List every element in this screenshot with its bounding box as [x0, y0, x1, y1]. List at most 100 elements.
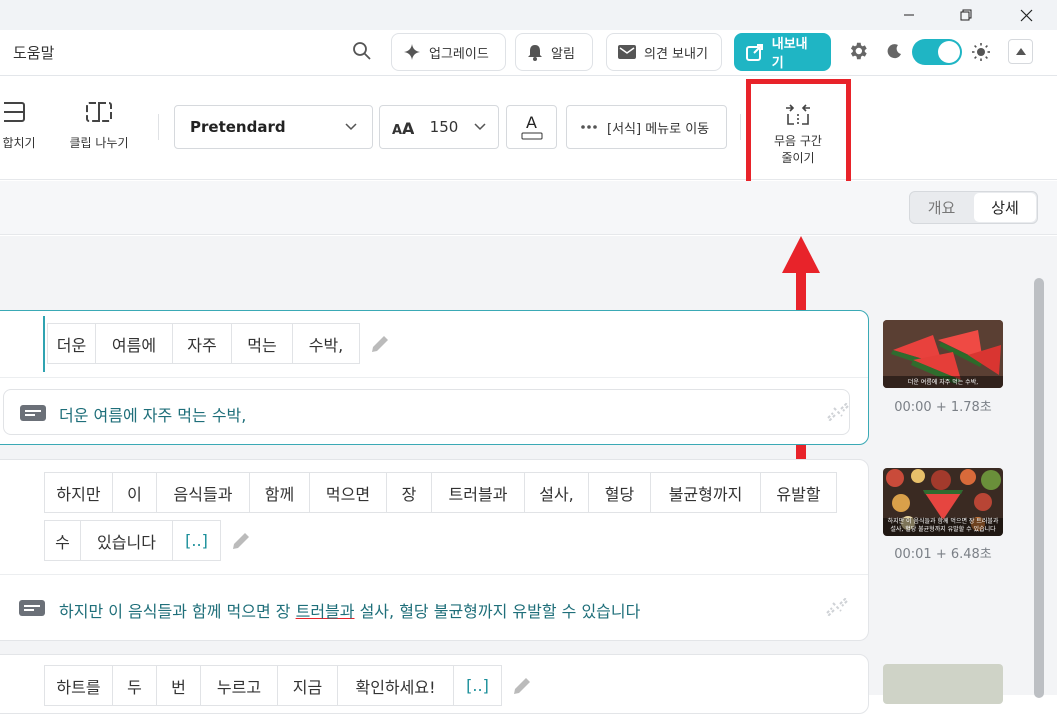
caret-up-icon [1015, 48, 1026, 55]
toggle-knob [938, 41, 960, 63]
thumbnail-caption: 하지만 이 음식들과 함께 먹으면 장 트러블과 설사, 혈당 불균형까지 유발… [887, 518, 999, 533]
feedback-label: 의견 보내기 [644, 46, 708, 62]
help-menu[interactable]: 도움말 [13, 42, 54, 63]
word-chip[interactable]: 누르고 [200, 665, 278, 706]
more-dots-icon [581, 125, 597, 129]
text-color-button[interactable]: A [506, 105, 557, 149]
word-chip[interactable]: 장 [386, 472, 432, 513]
word-chip[interactable]: 트러블과 [431, 472, 525, 513]
word-chip[interactable]: 먹는 [231, 323, 293, 364]
word-chip[interactable]: 더운 [47, 323, 96, 364]
word-chip[interactable]: 유발할 [760, 472, 837, 513]
subtitle-icon [20, 405, 46, 421]
pencil-icon[interactable] [511, 675, 533, 697]
subtitle-field[interactable]: 더운 여름에 자주 먹는 수박, [3, 389, 850, 435]
word-chip[interactable]: 하트를 [44, 665, 113, 706]
restore-icon [960, 9, 972, 21]
sun-icon [971, 42, 991, 66]
thumbnail-watermelon[interactable]: 더운 여름에 자주 먹는 수박, [883, 320, 1003, 388]
word-chip[interactable]: 번 [156, 665, 201, 706]
word-chip[interactable]: 두 [112, 665, 157, 706]
svg-text:A: A [526, 113, 537, 132]
word-chip[interactable]: 수 [44, 520, 81, 561]
word-chip[interactable]: 먹으면 [309, 472, 387, 513]
word-chip[interactable]: 여름에 [95, 323, 173, 364]
clip-card[interactable]: 하트를 두 번 누르고 지금 확인하세요! [..] [0, 654, 869, 714]
maximize-button[interactable] [943, 0, 989, 30]
word-chip[interactable]: 불균형까지 [650, 472, 761, 513]
font-family-value: Pretendard [190, 118, 286, 136]
moon-icon [887, 43, 903, 63]
thumbnail-foods[interactable]: 하지만 이 음식들과 함께 먹으면 장 트러블과 설사, 혈당 불균형까지 유발… [883, 468, 1003, 536]
pause-chip[interactable]: [..] [172, 520, 221, 561]
clip-list: 더운 여름에 자주 먹는 수박, 더운 여름에 자주 먹는 수박, 더운 여름에… [0, 236, 1057, 714]
minimize-button[interactable] [886, 0, 932, 30]
word-chip[interactable]: 음식들과 [156, 472, 250, 513]
clip-card[interactable]: 하지만 이 음식들과 함께 먹으면 장 트러블과 설사, 혈당 불균형까지 유발… [0, 459, 869, 641]
subtitle-segment: 하지만 이 음식들과 함께 먹으면 장 [59, 602, 296, 621]
close-button[interactable] [1003, 0, 1049, 30]
svg-text:A: A [402, 119, 414, 135]
feedback-button[interactable]: 의견 보내기 [606, 33, 722, 71]
theme-toggle[interactable] [912, 39, 962, 65]
alerts-button[interactable]: 알림 [515, 33, 593, 71]
font-family-select[interactable]: Pretendard [174, 105, 373, 149]
alerts-label: 알림 [551, 46, 575, 62]
upgrade-button[interactable]: 업그레이드 [391, 33, 506, 71]
app-header: 도움말 업그레이드 알림 의견 보내기 내보내기 [0, 30, 1057, 76]
word-chip[interactable]: 설사, [524, 472, 589, 513]
sparkle-icon [404, 44, 420, 60]
word-chip[interactable]: 혈당 [588, 472, 651, 513]
word-chip[interactable]: 이 [112, 472, 157, 513]
format-menu-button[interactable]: [서식] 메뉴로 이동 [566, 105, 727, 149]
unlink-icon[interactable] [826, 400, 850, 424]
minimize-icon [904, 14, 914, 16]
split-label: 클립 나누기 [69, 136, 129, 150]
chevron-down-icon [345, 123, 357, 131]
split-icon [86, 102, 112, 122]
word-chip[interactable]: 함께 [249, 472, 310, 513]
gear-icon [850, 42, 867, 60]
word-chip[interactable]: 수박, [292, 323, 360, 364]
thumbnail-partial[interactable] [883, 664, 1003, 704]
settings-button[interactable] [847, 40, 869, 66]
mail-icon [618, 45, 636, 59]
view-toggle-row: 개요 상세 [0, 181, 1057, 235]
cursor-bar [43, 316, 45, 372]
search-icon [353, 42, 371, 60]
collapse-button[interactable] [1008, 39, 1033, 64]
highlight-box [746, 79, 851, 194]
subtitle-text[interactable]: 하지만 이 음식들과 함께 먹으면 장 트러블과 설사, 혈당 불균형까지 유발… [59, 598, 640, 622]
close-icon [1020, 9, 1032, 21]
upgrade-label: 업그레이드 [429, 46, 489, 62]
word-chip[interactable]: 확인하세요! [337, 665, 454, 706]
pencil-icon[interactable] [369, 333, 391, 355]
detail-tab[interactable]: 상세 [974, 193, 1036, 222]
font-size-select[interactable]: AA 150 [379, 105, 499, 149]
subtitle-segment: 설사, 혈당 불균형까지 유발할 수 있습니다 [354, 602, 641, 621]
search-button[interactable] [352, 41, 372, 65]
merge-clips-button[interactable]: 합치기 [0, 100, 42, 151]
word-chip[interactable]: 지금 [277, 665, 338, 706]
word-chip[interactable]: 자주 [172, 323, 232, 364]
overview-tab[interactable]: 개요 [910, 192, 973, 223]
window-title-bar [0, 0, 1057, 30]
unlink-icon[interactable] [825, 595, 849, 619]
svg-text:A: A [392, 123, 402, 135]
font-size-icon: AA [392, 119, 414, 135]
export-icon [746, 44, 763, 61]
bell-icon [528, 45, 542, 61]
split-clip-button[interactable]: 클립 나누기 [64, 100, 134, 151]
scrollbar-thumb[interactable] [1034, 278, 1044, 698]
word-chip[interactable]: 하지만 [44, 472, 113, 513]
clip-card[interactable]: 더운 여름에 자주 먹는 수박, 더운 여름에 자주 먹는 수박, [0, 310, 869, 445]
merge-label: 합치기 [2, 136, 36, 150]
export-button[interactable]: 내보내기 [734, 33, 831, 71]
pause-chip[interactable]: [..] [453, 665, 502, 706]
thumbnail-caption: 더운 여름에 자주 먹는 수박, [907, 379, 979, 386]
text-color-icon: A [521, 113, 542, 140]
view-segmented-control: 개요 상세 [909, 191, 1038, 224]
word-chip[interactable]: 있습니다 [80, 520, 173, 561]
card-divider [0, 377, 868, 378]
pencil-icon[interactable] [230, 530, 252, 552]
